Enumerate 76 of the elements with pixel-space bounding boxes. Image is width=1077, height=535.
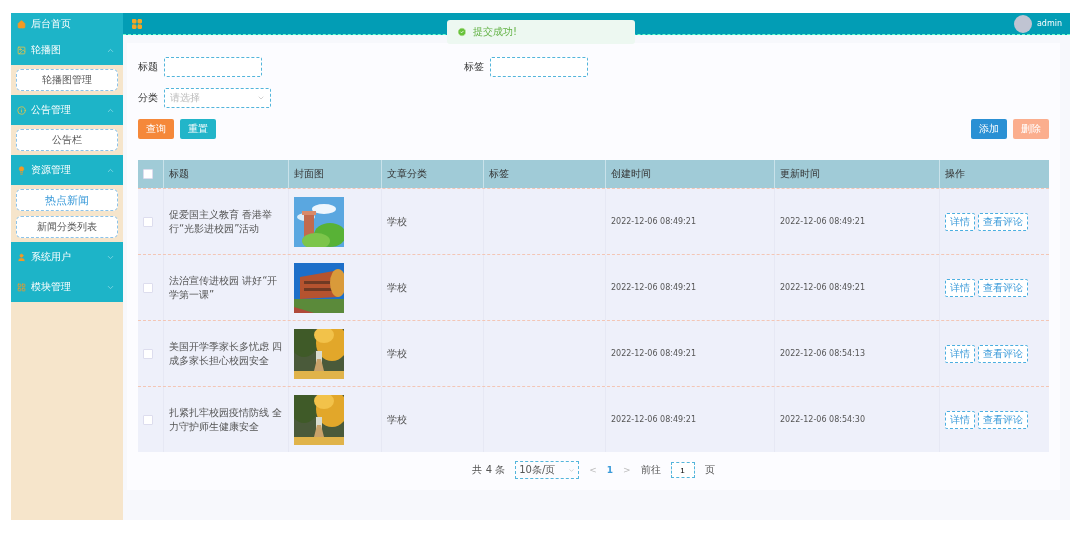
table-cell: 扎紧扎牢校园疫情防线 全力守护师生健康安全: [169, 405, 283, 434]
info-icon: [17, 105, 26, 115]
row-checkbox[interactable]: [143, 414, 153, 425]
submenu-item[interactable]: 轮播图管理: [16, 69, 118, 91]
total-count: 共 4 条: [472, 463, 506, 477]
table-cell: 学校: [387, 412, 407, 427]
success-toast: 提交成功!: [447, 20, 635, 44]
table-cell: 学校: [387, 346, 407, 361]
comments-button[interactable]: 查看评论: [978, 278, 1028, 297]
field-label: 标题: [138, 60, 158, 74]
select-all-checkbox[interactable]: [143, 169, 153, 179]
table-cell-text: 法治宣传进校园 讲好“开学第一课”: [169, 273, 279, 302]
column-header: 标签: [489, 167, 509, 181]
details-button[interactable]: 详情: [945, 410, 975, 429]
image-icon: [17, 45, 26, 55]
table-cell: 学校: [387, 280, 407, 295]
sidebar-item[interactable]: 模块管理: [11, 272, 123, 302]
column-header: 文章分类: [387, 167, 427, 181]
sidebar-item[interactable]: 资源管理: [11, 155, 123, 185]
comments-button[interactable]: 查看评论: [978, 410, 1028, 429]
table-cell: 2022-12-06 08:49:21: [611, 281, 696, 294]
table-cell: 美国开学季家长多忧虑 四成多家长担心校园安全: [169, 339, 283, 368]
category-select[interactable]: 请选择: [164, 88, 271, 108]
prev-page-button[interactable]: <: [589, 465, 597, 475]
column-header: 封面图: [294, 167, 324, 181]
table-cell: 2022-12-06 08:49:21: [611, 413, 696, 426]
column-header: 更新时间: [780, 167, 820, 181]
page-number[interactable]: 1: [606, 465, 613, 475]
table-cell: 学校: [387, 214, 407, 229]
table-cell: 2022-12-06 08:49:21: [611, 215, 696, 228]
table-cell: 2022-12-06 08:49:21: [780, 215, 865, 228]
comments-button[interactable]: 查看评论: [978, 212, 1028, 231]
details-button[interactable]: 详情: [945, 278, 975, 297]
grid-icon: [17, 282, 26, 292]
column-header: 标题: [169, 167, 189, 181]
bulb-icon: [17, 165, 26, 175]
comments-button[interactable]: 查看评论: [978, 344, 1028, 363]
column-header: 操作: [945, 167, 965, 181]
avatar[interactable]: [1013, 14, 1032, 33]
goto-label: 前往: [640, 463, 661, 477]
chevron-down-icon: [568, 466, 576, 474]
tag-input[interactable]: [490, 57, 588, 77]
table-cell-text: 促爱国主义教育 香港举行“光影进校园”活动: [169, 207, 274, 236]
details-button[interactable]: 详情: [945, 344, 975, 363]
table-cell: 2022-12-06 08:54:30: [780, 413, 865, 426]
user-name: admin: [1036, 19, 1062, 28]
page-size-select[interactable]: 10条/页: [515, 461, 580, 479]
details-button[interactable]: 详情: [945, 212, 975, 231]
submenu-item[interactable]: 新闻分类列表: [16, 216, 118, 238]
submenu-item[interactable]: 公告栏: [16, 129, 118, 151]
table-cell: 2022-12-06 08:49:21: [611, 347, 696, 360]
field-label: 标签: [464, 60, 484, 74]
menu-icon[interactable]: [131, 17, 143, 30]
search-button[interactable]: 查询: [138, 119, 174, 139]
table-cell: 2022-12-06 08:54:13: [780, 347, 865, 360]
submenu-item[interactable]: 热点新闻: [16, 189, 118, 211]
sidebar-item[interactable]: 后台首页: [11, 13, 123, 35]
title-input[interactable]: [164, 57, 262, 77]
add-button[interactable]: 添加: [971, 119, 1007, 139]
sidebar-item[interactable]: 轮播图: [11, 35, 123, 65]
column-header: 创建时间: [611, 167, 651, 181]
row-checkbox[interactable]: [143, 348, 153, 359]
success-icon: [457, 27, 467, 37]
table-cell: 2022-12-06 08:49:21: [780, 281, 865, 294]
row-checkbox[interactable]: [143, 216, 153, 227]
page-suffix: 页: [704, 463, 715, 477]
sidebar-item[interactable]: 公告管理: [11, 95, 123, 125]
user-icon: [17, 252, 26, 262]
sidebar-item[interactable]: 系统用户: [11, 242, 123, 272]
next-page-button[interactable]: >: [623, 465, 631, 475]
chevron-down-icon: [257, 94, 265, 102]
goto-page-input[interactable]: 1: [670, 462, 695, 478]
row-checkbox[interactable]: [143, 282, 153, 293]
field-label: 分类: [138, 91, 158, 105]
reset-button[interactable]: 重置: [180, 119, 216, 139]
home-icon: [17, 19, 26, 29]
